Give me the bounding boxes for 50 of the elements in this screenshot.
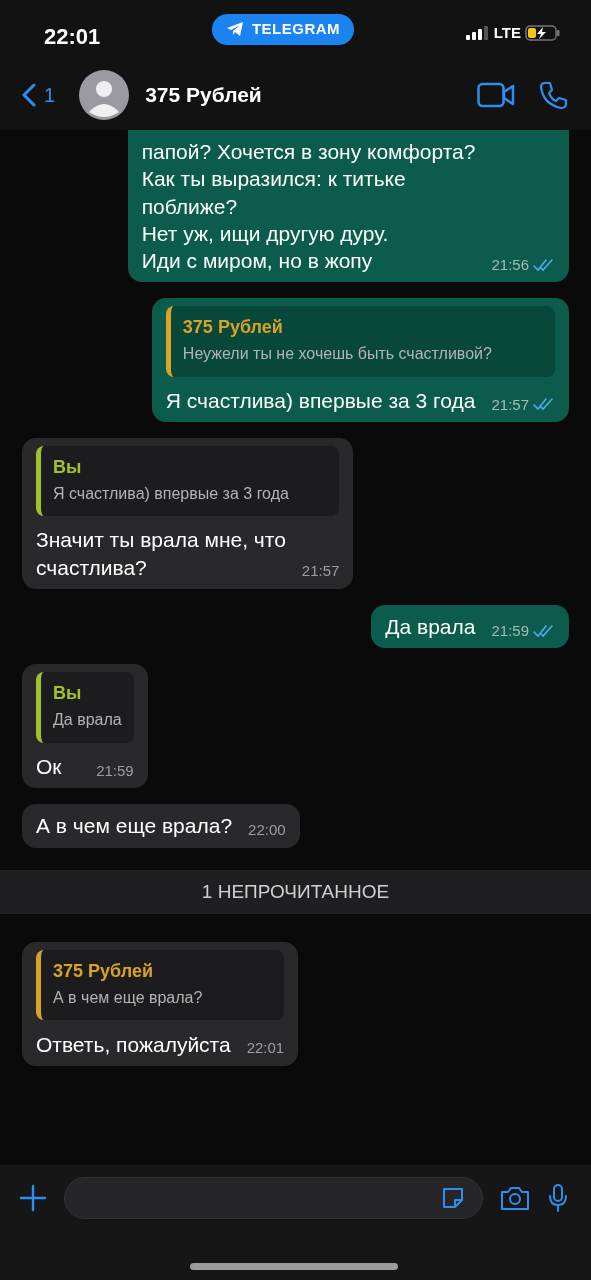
quote-author: 375 Рублей: [182, 316, 284, 340]
quoted-message[interactable]: Вы Я счастлива) впервые за 3 года: [36, 446, 340, 517]
message-text: Я счастлива) впервые за 3 года: [165, 387, 476, 414]
message-text: папой? Хочется в зону комфорта? Как ты выразился: к титьке поближе? Нет уж, ищи другую дуру. Иди с миром, но в жопу: [141, 139, 476, 275]
battery-charging-icon: [525, 25, 561, 42]
message-bubble[interactable]: 375 Рублей Неужели ты не хочешь быть счастливой? Я счастлива) впервые за 3 года 21:57: [151, 298, 569, 423]
message-text: Значит ты врала мне, что счастлива?: [36, 527, 286, 581]
message-bubble[interactable]: Да врала 21:59: [371, 604, 569, 649]
contact-name[interactable]: 375 Рублей: [145, 79, 477, 111]
signal-icon: [465, 26, 490, 41]
status-time: 22:01: [44, 23, 101, 51]
message-bubble[interactable]: 375 Рублей А в чем еще врала? Ответь, пожалуйста 22:01: [22, 942, 299, 1066]
paper-plane-icon: [225, 21, 244, 38]
message-text: А в чем еще врала?: [36, 813, 233, 840]
phone-call-icon[interactable]: [539, 80, 569, 110]
quote-author: Вы: [53, 682, 83, 706]
message-time: 21:57: [491, 394, 529, 415]
message-time: 21:57: [301, 561, 340, 581]
quote-text: Да врала: [53, 709, 122, 730]
quote-author: Вы: [53, 456, 83, 480]
message-text: Ок: [36, 753, 62, 780]
network-label: LTE: [493, 23, 521, 43]
message-time: 21:59: [491, 620, 529, 641]
microphone-icon[interactable]: [547, 1183, 569, 1213]
quoted-message[interactable]: 375 Рублей А в чем еще врала?: [36, 950, 285, 1021]
plus-icon[interactable]: [18, 1183, 48, 1213]
quoted-message[interactable]: Вы Да врала: [36, 672, 134, 743]
message-time: 21:56: [491, 255, 529, 275]
quote-author: 375 Рублей: [53, 960, 154, 984]
message-input-field[interactable]: [64, 1177, 483, 1219]
message-time: 22:00: [248, 820, 286, 840]
video-call-icon[interactable]: [477, 82, 515, 108]
quote-text: А в чем еще врала?: [53, 987, 204, 1008]
quote-text: Я счастлива) впервые за 3 года: [53, 483, 290, 504]
back-button[interactable]: 1: [22, 80, 56, 110]
message-bubble[interactable]: Вы Да врала Ок 21:59: [22, 664, 148, 789]
message-bubble[interactable]: А в чем еще врала? 22:00: [22, 804, 300, 848]
message-bubble[interactable]: Вы Я счастлива) впервые за 3 года Значит ты врала мне, что счастлива? 21:57: [22, 438, 354, 589]
message-time: 21:59: [96, 760, 134, 781]
back-chevron-icon: [22, 83, 36, 107]
camera-icon[interactable]: [499, 1184, 531, 1212]
quote-text: Неужели ты не хочешь быть счастливой?: [182, 343, 493, 364]
back-to-app-button[interactable]: TELEGRAM: [211, 14, 355, 45]
sticker-icon[interactable]: [440, 1185, 466, 1211]
message-text: Ответь, пожалуйста: [36, 1031, 231, 1058]
avatar-icon[interactable]: [79, 70, 130, 120]
message-time: 22:01: [246, 1038, 285, 1058]
quoted-message[interactable]: 375 Рублей Неужели ты не хочешь быть счастливой?: [165, 306, 555, 377]
message-text: Да врала: [385, 614, 476, 641]
message-bubble[interactable]: папой? Хочется в зону комфорта? Как ты выразился: к титьке поближе? Нет уж, ищи другую дуру. Иди с миром, но в жопу 21:56: [127, 130, 569, 283]
